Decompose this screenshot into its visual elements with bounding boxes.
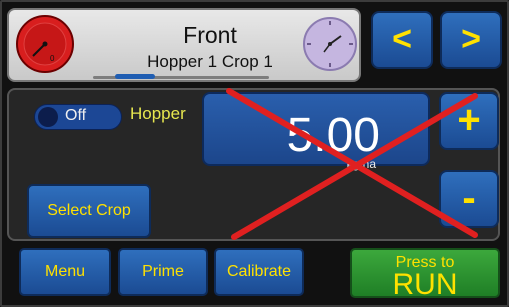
rate-value-display[interactable]: 5.00 kg/ha [202, 92, 430, 171]
run-button-label: RUN [392, 268, 458, 301]
hopper-crop-subtitle: Hopper 1 Crop 1 [147, 52, 273, 71]
menu-button[interactable]: Menu [19, 248, 111, 296]
increase-button[interactable]: + [439, 92, 499, 150]
header-scroll-thumb[interactable] [115, 74, 155, 79]
select-crop-button[interactable]: Select Crop [27, 184, 151, 238]
hopper-toggle[interactable]: Off [34, 104, 122, 130]
svg-text:0: 0 [50, 54, 55, 63]
decrease-button[interactable]: - [439, 170, 499, 228]
page-title: Front [183, 22, 237, 48]
toggle-state-label: Off [65, 107, 87, 124]
hopper-label: Hopper [130, 104, 186, 123]
prime-button[interactable]: Prime [118, 248, 208, 296]
next-button[interactable]: > [440, 11, 502, 69]
rate-value: 5.00 [286, 109, 380, 162]
toggle-knob [38, 107, 58, 127]
rate-unit: kg/ha [346, 157, 376, 171]
previous-button[interactable]: < [371, 11, 433, 69]
run-button[interactable]: Press to RUN [350, 248, 500, 301]
clock-icon [303, 17, 357, 71]
gauge-icon: 0 [16, 15, 74, 73]
calibrate-button[interactable]: Calibrate [214, 248, 304, 296]
